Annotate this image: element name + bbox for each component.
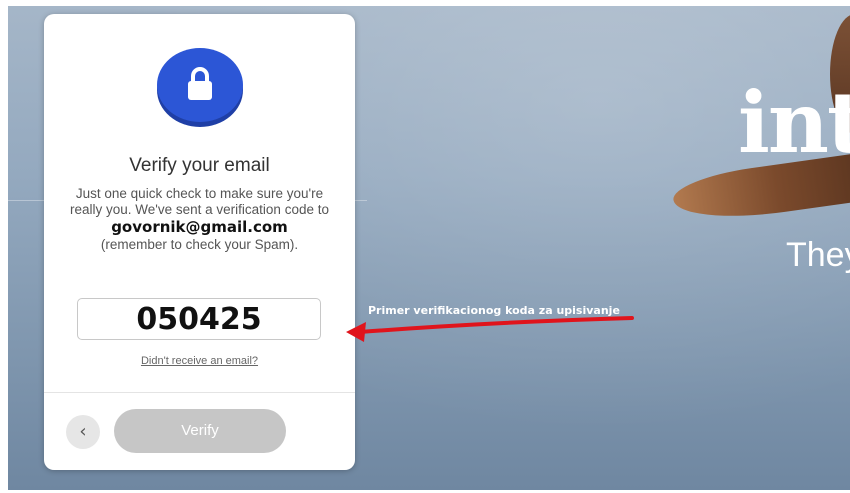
dialog-description: Just one quick check to make sure you're… [66, 186, 333, 253]
overlay-divider-left [8, 200, 44, 201]
overlay-divider-right [355, 200, 367, 201]
lock-icon [157, 48, 243, 122]
description-text: Just one quick check to make sure you're… [70, 186, 329, 217]
screenshot-frame: int They Verify your email Just one quic… [0, 0, 850, 493]
email-address: govornik@gmail.com [111, 218, 288, 236]
spam-note: (remember to check your Spam). [100, 237, 299, 252]
verify-button[interactable]: Verify [114, 409, 286, 453]
back-button[interactable]: ‹ [66, 415, 100, 449]
verify-email-dialog: Verify your email Just one quick check t… [44, 14, 355, 470]
hero-tagline: They [786, 236, 850, 274]
verification-code-input[interactable] [77, 298, 321, 340]
resend-email-link[interactable]: Didn't receive an email? [44, 355, 355, 367]
dialog-divider [44, 392, 355, 393]
dialog-title: Verify your email [129, 155, 270, 176]
chevron-left-icon: ‹ [79, 421, 87, 442]
brand-text: int [738, 73, 850, 172]
red-arrow-icon [346, 316, 634, 342]
